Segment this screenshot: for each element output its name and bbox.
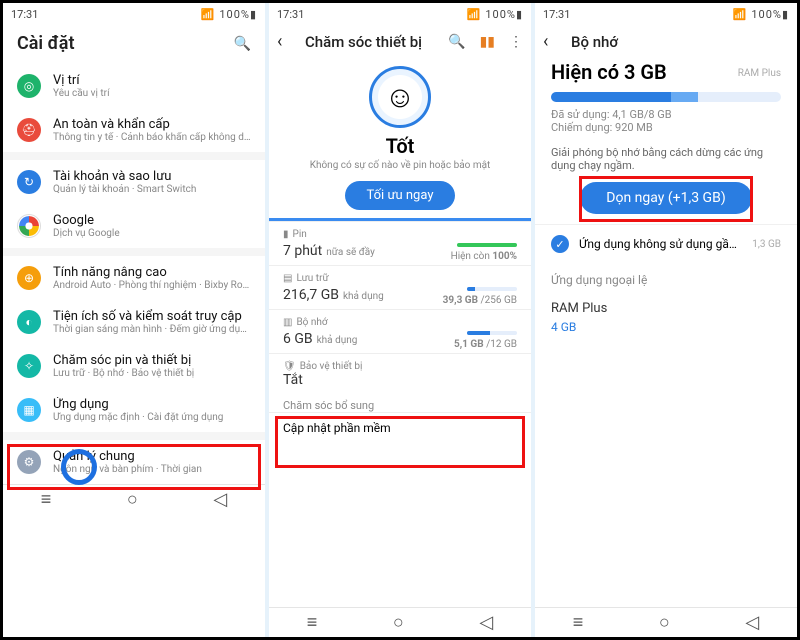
memory-progress (551, 92, 781, 102)
wellbeing-icon: ◐ (17, 310, 41, 334)
ram-plus-section[interactable]: RAM Plus (535, 291, 797, 320)
back-icon[interactable]: ‹ (543, 31, 565, 52)
memory-heading: Hiện có 3 GB (551, 60, 667, 84)
optimize-button[interactable]: Tối ưu ngay (345, 181, 456, 210)
settings-list: ◎ Vị tríYêu cầu vị trí ⛑ An toàn và khẩn… (3, 64, 265, 484)
screen-settings: 17:31 📶 100%▮ Cài đặt 🔍 ◎ Vị tríYêu cầu … (3, 3, 269, 637)
search-icon[interactable]: 🔍 (448, 34, 465, 50)
status-title: Tốt (285, 134, 515, 158)
software-update[interactable]: Cập nhật phần mềm (269, 412, 531, 443)
memory-title: Bộ nhớ (571, 33, 789, 51)
device-care-title: Chăm sóc thiết bị (305, 33, 448, 51)
settings-header: Cài đặt 🔍 (3, 25, 265, 64)
general-icon: ⚙ (17, 450, 41, 474)
memory-header: ‹ Bộ nhớ (535, 25, 797, 58)
ram-plus-tag: RAM Plus (738, 68, 781, 79)
status-time: 17:31 (277, 8, 304, 21)
screen-memory: 17:31 📶 100%▮ ‹ Bộ nhớ Hiện có 3 GB RAM … (535, 3, 797, 637)
device-care-summary: ☺ Tốt Không có sự cố nào về pin hoặc bảo… (269, 58, 531, 218)
memory-occupy-line: Chiếm dụng: 920 MB (551, 121, 781, 134)
status-subtitle: Không có sự cố nào về pin hoặc bảo mật (285, 160, 515, 171)
memory-free: 6 GB (283, 331, 313, 347)
nav-back-icon[interactable]: ◁ (745, 612, 759, 633)
nav-recent-icon[interactable]: ≡ (307, 612, 318, 633)
settings-item-advanced[interactable]: ⊕ Tính năng nâng caoAndroid Auto · Phòng… (3, 256, 265, 300)
settings-item-accounts[interactable]: ↻ Tài khoản và sao lưuQuản lý tài khoản … (3, 160, 265, 204)
settings-item-digital-wellbeing[interactable]: ◐ Tiện ích số và kiểm soát truy cậpThời … (3, 300, 265, 344)
settings-item-location[interactable]: ◎ Vị tríYêu cầu vị trí (3, 64, 265, 108)
clean-now-button[interactable]: Dọn ngay (+1,3 GB) (580, 182, 751, 214)
shield-icon: 🛡 (283, 361, 296, 372)
nav-recent-icon[interactable]: ≡ (41, 489, 52, 510)
nav-bar: ≡ ○ ◁ (535, 607, 797, 637)
card-protection[interactable]: 🛡Bảo vệ thiết bị Tắt (269, 353, 531, 394)
card-battery[interactable]: ▮Pin 7 phút nữa sẽ đầy Hiện còn 100% (269, 221, 531, 265)
settings-item-apps[interactable]: ▦ Ứng dụngỨng dụng mặc định · Cài đặt ứn… (3, 388, 265, 432)
chart-icon[interactable]: ▮▮ (480, 34, 495, 50)
extra-care-label: Chăm sóc bổ sung (269, 394, 531, 412)
nav-bar: ≡ ○ ◁ (3, 484, 265, 514)
device-care-header: ‹ Chăm sóc thiết bị 🔍 ▮▮ ⋮ (269, 25, 531, 58)
settings-item-safety[interactable]: ⛑ An toàn và khẩn cấpThông tin y tế · Cả… (3, 108, 265, 152)
settings-item-device-care[interactable]: ✧ Chăm sóc pin và thiết bịLưu trữ · Bộ n… (3, 344, 265, 388)
check-icon: ✓ (551, 235, 569, 253)
status-icons: 📶 100%▮ (201, 8, 257, 21)
status-icons: 📶 100%▮ (733, 8, 789, 21)
battery-percent: 100% (492, 251, 517, 262)
settings-item-general[interactable]: ⚙ Quản lý chungNgôn ngữ và bàn phím · Th… (3, 440, 265, 484)
smiley-icon: ☺ (369, 66, 431, 128)
accounts-icon: ↻ (17, 170, 41, 194)
nav-home-icon[interactable]: ○ (127, 489, 138, 510)
settings-title: Cài đặt (17, 33, 234, 54)
card-memory[interactable]: ▥Bộ nhớ 6 GB khả dụng 5,1 GB /12 GB (269, 309, 531, 353)
nav-back-icon[interactable]: ◁ (213, 489, 227, 510)
screen-device-care: 17:31 📶 100%▮ ‹ Chăm sóc thiết bị 🔍 ▮▮ ⋮… (269, 3, 535, 637)
settings-item-google[interactable]: GoogleDịch vụ Google (3, 204, 265, 248)
battery-time: 7 phút (283, 243, 322, 259)
device-care-icon: ✧ (17, 354, 41, 378)
status-time: 17:31 (11, 8, 38, 21)
status-icons: 📶 100%▮ (467, 8, 523, 21)
ram-plus-value: 4 GB (535, 320, 797, 346)
memory-icon: ▥ (283, 317, 292, 328)
unused-apps-item[interactable]: ✓ Ứng dụng không sử dụng gần đ… 1,3 GB (535, 224, 797, 263)
storage-free: 216,7 GB (283, 287, 339, 303)
location-icon: ◎ (17, 74, 41, 98)
nav-home-icon[interactable]: ○ (659, 612, 670, 633)
status-time: 17:31 (543, 8, 570, 21)
google-icon (17, 214, 41, 238)
nav-home-icon[interactable]: ○ (393, 612, 404, 633)
protection-state: Tắt (283, 372, 517, 388)
search-icon[interactable]: 🔍 (234, 36, 251, 52)
nav-recent-icon[interactable]: ≡ (573, 612, 584, 633)
nav-back-icon[interactable]: ◁ (479, 612, 493, 633)
apps-icon: ▦ (17, 398, 41, 422)
excluded-apps-label[interactable]: Ứng dụng ngoại lệ (535, 263, 797, 291)
card-storage[interactable]: ▤Lưu trữ 216,7 GB khả dụng 39,3 GB /256 … (269, 265, 531, 309)
status-bar: 17:31 📶 100%▮ (535, 3, 797, 25)
back-icon[interactable]: ‹ (277, 31, 299, 52)
status-bar: 17:31 📶 100%▮ (3, 3, 265, 25)
safety-icon: ⛑ (17, 118, 41, 142)
advanced-icon: ⊕ (17, 266, 41, 290)
battery-icon: ▮ (283, 229, 289, 240)
more-icon[interactable]: ⋮ (509, 34, 523, 50)
memory-description: Giải phóng bộ nhớ bằng cách dừng các ứng… (535, 142, 797, 182)
status-bar: 17:31 📶 100%▮ (269, 3, 531, 25)
storage-icon: ▤ (283, 273, 292, 284)
nav-bar: ≡ ○ ◁ (269, 607, 531, 637)
memory-used-line: Đã sử dụng: 4,1 GB/8 GB (551, 108, 781, 121)
